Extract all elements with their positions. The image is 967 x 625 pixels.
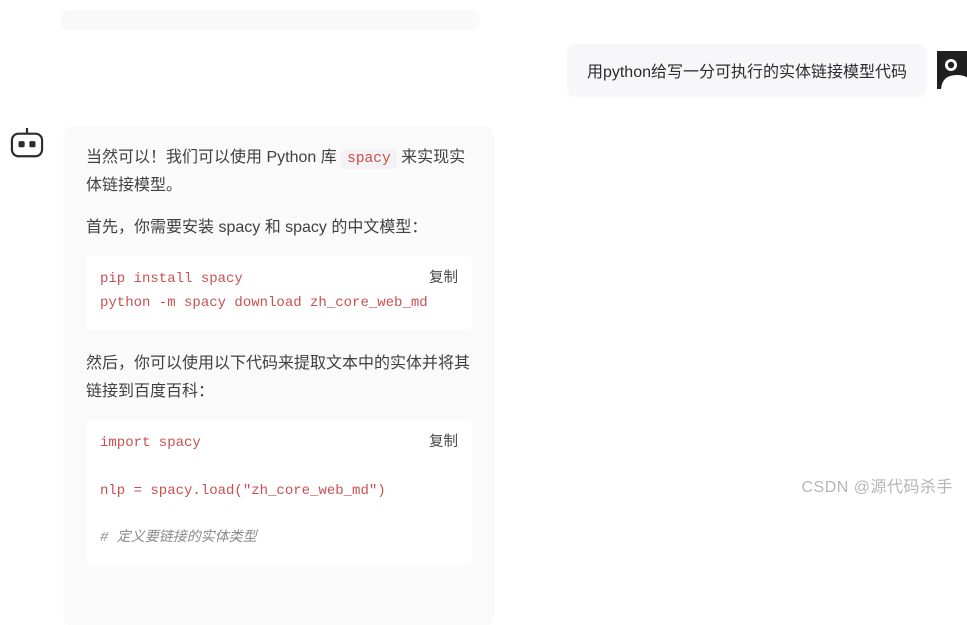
bot-intro-before: 当然可以！我们可以使用 Python 库 (86, 149, 341, 166)
code-install-content: pip install spacy python -m spacy downlo… (100, 268, 458, 316)
bot-step2-text: 然后，你可以使用以下代码来提取文本中的实体并将其链接到百度百科： (86, 350, 472, 406)
code-main-content: import spacy nlp = spacy.load("zh_core_w… (100, 432, 458, 551)
copy-button[interactable]: 复制 (429, 266, 458, 287)
bot-step1-text: 首先，你需要安装 spacy 和 spacy 的中文模型： (86, 214, 472, 242)
code-line-import: import spacy (100, 435, 201, 451)
bot-avatar (8, 128, 46, 160)
bot-intro-paragraph: 当然可以！我们可以使用 Python 库 spacy 来实现实体链接模型。 (86, 144, 472, 200)
code-block-main: 复制 import spacy nlp = spacy.load("zh_cor… (86, 420, 472, 565)
code-block-install: 复制 pip install spacy python -m spacy dow… (86, 256, 472, 330)
inline-code-spacy: spacy (341, 149, 397, 169)
code-line-load-b: "zh_core_web_md" (243, 483, 377, 499)
bot-message-row: 当然可以！我们可以使用 Python 库 spacy 来实现实体链接模型。 首先… (0, 126, 967, 625)
user-message-text: 用python给写一分可执行的实体链接模型代码 (587, 64, 907, 81)
bot-message-bubble: 当然可以！我们可以使用 Python 库 spacy 来实现实体链接模型。 首先… (64, 126, 494, 625)
user-avatar (937, 51, 967, 89)
copy-button[interactable]: 复制 (429, 430, 458, 451)
code-line-load-a: nlp = spacy.load( (100, 483, 243, 499)
code-line-load-c: ) (377, 483, 385, 499)
previous-bot-bubble-tail (60, 10, 480, 30)
user-message-bubble: 用python给写一分可执行的实体链接模型代码 (567, 44, 927, 96)
user-message-row: 用python给写一分可执行的实体链接模型代码 (0, 44, 967, 96)
code-line-comment: # 定义要链接的实体类型 (100, 530, 257, 546)
